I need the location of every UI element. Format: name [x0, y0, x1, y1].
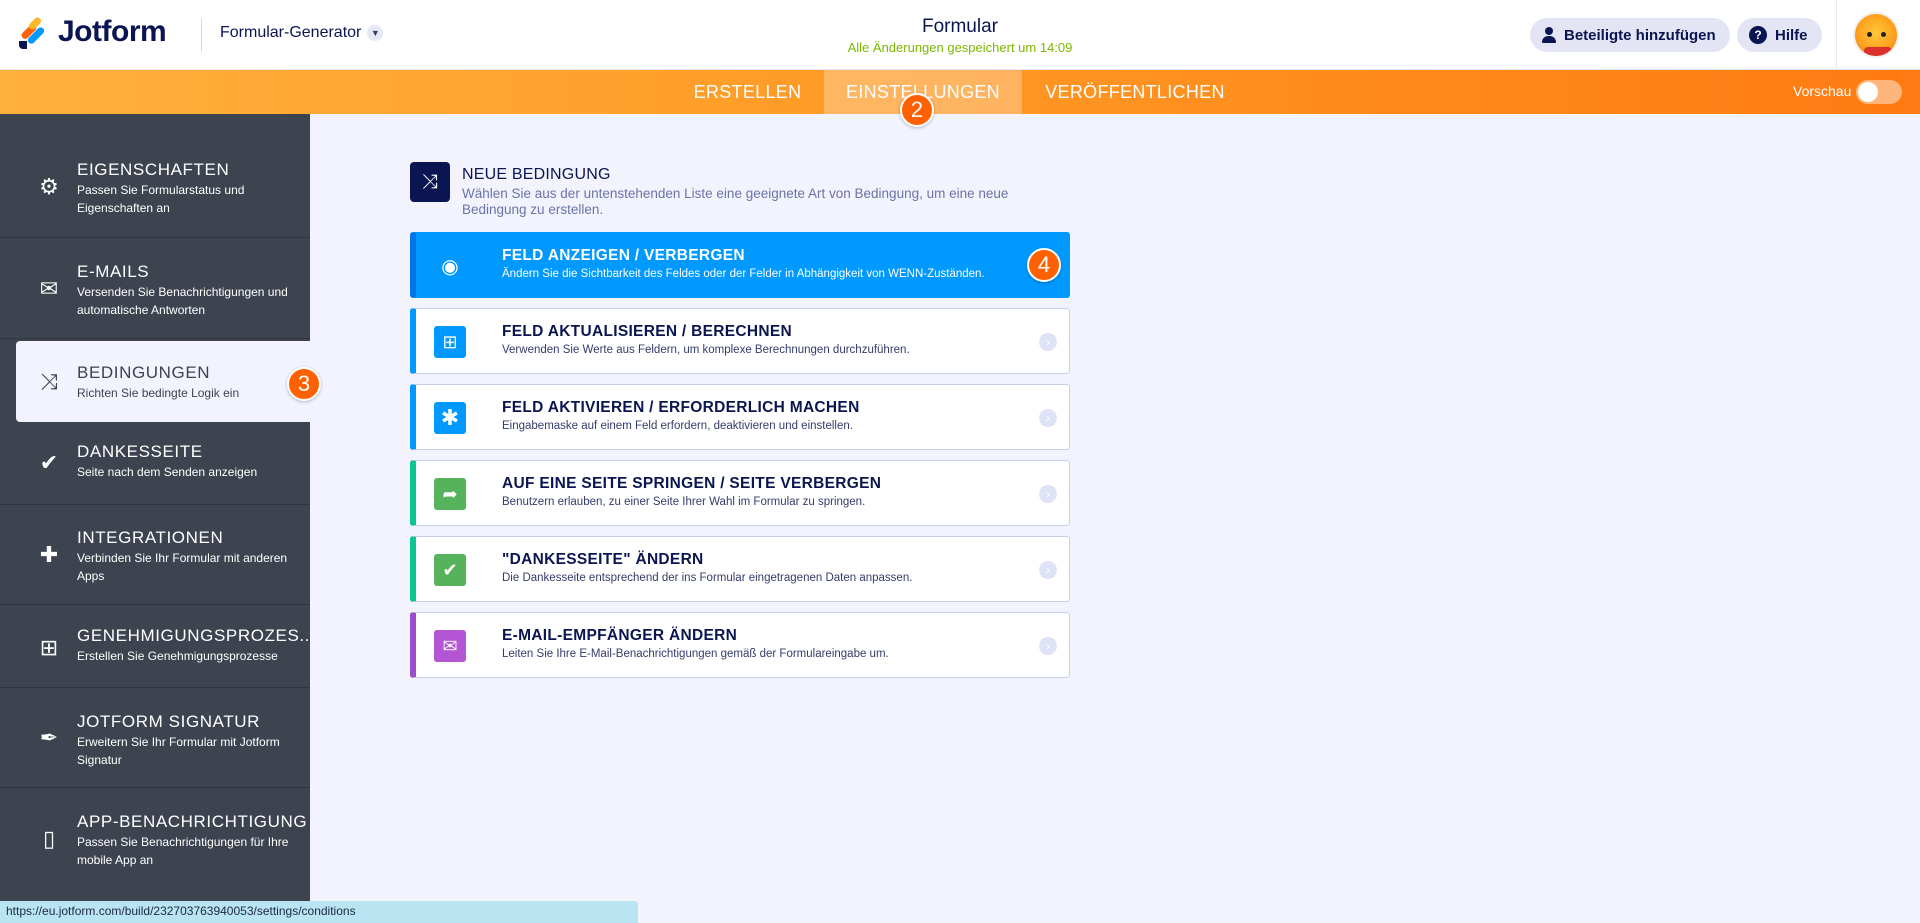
option-change-thankyou-page[interactable]: ✔ "DANKESSEITE" ÄNDERN Die Dankesseite e…	[410, 536, 1070, 602]
sidebar-item-title: GENEHMIGUNGSPROZES...	[77, 626, 316, 645]
new-condition-desc: Wählen Sie aus der untenstehenden Liste …	[462, 186, 1009, 217]
gear-icon: ⚙	[39, 174, 59, 199]
option-desc: Die Dankesseite entsprechend der ins For…	[502, 572, 913, 584]
step-badge-option: 4	[1027, 248, 1061, 282]
preview-label: Vorschau	[1793, 83, 1852, 99]
sidebar-item-emails[interactable]: ✉ E-MAILS Versenden Sie Benachrichtigung…	[0, 238, 310, 339]
help-label: Hilfe	[1775, 26, 1808, 44]
new-condition-title: NEUE BEDINGUNG	[462, 166, 611, 183]
chevron-right-icon: ›	[1039, 561, 1057, 579]
sidebar-item-desc: Seite nach dem Senden anzeigen	[77, 465, 258, 479]
jump-arrow-icon: ➦	[434, 478, 466, 510]
option-show-hide-field[interactable]: ◉ FELD ANZEIGEN / VERBERGEN Ändern Sie d…	[410, 232, 1070, 298]
sidebar-item-desc: Versenden Sie Benachrichtigungen und aut…	[77, 285, 288, 317]
chevron-down-icon: ▼	[367, 25, 384, 41]
shuffle-icon: ⤨	[40, 369, 58, 394]
add-participants-button[interactable]: Beteiligte hinzufügen	[1530, 18, 1730, 52]
jotform-logo[interactable]: Jotform	[18, 14, 167, 50]
sidebar-item-title: APP-BENACHRICHTIGUNG	[77, 812, 308, 831]
shuffle-icon: ⤨	[410, 162, 450, 202]
sidebar-item-approvals[interactable]: ⊞ GENEHMIGUNGSPROZES... Erstellen Sie Ge…	[0, 605, 315, 688]
option-title: FELD AKTIVIEREN / ERFORDERLICH MACHEN	[502, 399, 860, 416]
sidebar-item-desc: Passen Sie Benachrichtigungen für Ihre m…	[77, 835, 289, 867]
builder-nav: ERSTELLEN EINSTELLUNGEN VERÖFFENTLICHEN	[0, 70, 1920, 114]
eye-icon: ◉	[441, 255, 459, 278]
sidebar-item-desc: Richten Sie bedingte Logik ein	[77, 386, 240, 400]
sidebar-item-signature[interactable]: ✒ JOTFORM SIGNATUR Erweitern Sie Ihr For…	[0, 688, 310, 788]
option-update-calculate-field[interactable]: ⊞ FELD AKTUALISIEREN / BERECHNEN Verwend…	[410, 308, 1070, 374]
sidebar-item-integrations[interactable]: ✚ INTEGRATIONEN Verbinden Sie Ihr Formul…	[0, 505, 310, 605]
settings-sidebar: ⚙ EIGENSCHAFTEN Passen Sie Formularstatu…	[0, 114, 315, 923]
check-circle-icon: ✔	[39, 450, 59, 475]
user-icon	[1542, 27, 1556, 43]
add-participants-label: Beteiligte hinzufügen	[1564, 26, 1716, 44]
step-badge-settings: 2	[900, 93, 934, 127]
sidebar-item-desc: Verbinden Sie Ihr Formular mit anderen A…	[77, 551, 288, 583]
logo-text: Jotform	[58, 15, 167, 48]
signature-pen-icon: ✒	[39, 725, 59, 750]
avatar-divider	[1836, 0, 1837, 70]
option-title: "DANKESSEITE" ÄNDERN	[502, 551, 704, 568]
option-desc: Benutzern erlauben, zu einer Seite Ihrer…	[502, 496, 866, 508]
sidebar-item-desc: Passen Sie Formularstatus und Eigenschaf…	[77, 183, 245, 215]
sidebar-item-properties[interactable]: ⚙ EIGENSCHAFTEN Passen Sie Formularstatu…	[0, 114, 310, 238]
sidebar-item-title: DANKESSEITE	[77, 442, 203, 461]
mail-icon: ✉	[434, 630, 466, 662]
help-button[interactable]: ? Hilfe	[1737, 18, 1822, 52]
envelope-icon: ✉	[39, 276, 59, 301]
chevron-right-icon: ›	[1039, 485, 1057, 503]
jotform-logo-icon	[18, 14, 48, 50]
option-title: AUF EINE SEITE SPRINGEN / SEITE VERBERGE…	[502, 475, 882, 492]
chevron-right-icon: ›	[1039, 333, 1057, 351]
tab-create-label: ERSTELLEN	[693, 81, 802, 102]
option-title: FELD AKTUALISIEREN / BERECHNEN	[502, 323, 793, 340]
sidebar-item-title: EIGENSCHAFTEN	[77, 160, 230, 179]
option-change-email-recipient[interactable]: ✉ E-MAIL-EMPFÄNGER ÄNDERN Leiten Sie Ihr…	[410, 612, 1070, 678]
calculator-icon: ⊞	[434, 326, 466, 358]
sidebar-item-desc: Erweitern Sie Ihr Formular mit Jotform S…	[77, 735, 280, 767]
step-badge-conditions: 3	[287, 367, 321, 401]
sidebar-item-title: JOTFORM SIGNATUR	[77, 712, 261, 731]
option-desc: Ändern Sie die Sichtbarkeit des Feldes o…	[502, 268, 985, 280]
preview-toggle[interactable]	[1856, 80, 1902, 104]
question-icon: ?	[1749, 26, 1767, 44]
option-desc: Leiten Sie Ihre E-Mail-Benachrichtigunge…	[502, 648, 889, 660]
mobile-notification-icon: ▯	[42, 826, 56, 851]
sidebar-item-thankyou[interactable]: ✔ DANKESSEITE Seite nach dem Senden anze…	[0, 422, 310, 505]
asterisk-icon: ✱	[434, 402, 466, 434]
option-desc: Eingabemaske auf einem Feld erfordern, d…	[502, 420, 853, 432]
option-title: FELD ANZEIGEN / VERBERGEN	[502, 247, 745, 264]
avatar[interactable]	[1853, 12, 1899, 58]
top-header: Jotform Formular-Generator ▼ Formular Al…	[0, 0, 1920, 70]
sidebar-item-title: BEDINGUNGEN	[77, 363, 211, 382]
sidebar-item-title: E-MAILS	[77, 262, 150, 281]
chevron-right-icon: ›	[1039, 409, 1057, 427]
form-generator-dropdown[interactable]: Formular-Generator ▼	[220, 24, 384, 42]
option-enable-require-field[interactable]: ✱ FELD AKTIVIEREN / ERFORDERLICH MACHEN …	[410, 384, 1070, 450]
approval-flow-icon: ⊞	[39, 635, 59, 660]
sidebar-item-app-notifications[interactable]: ▯ APP-BENACHRICHTIGUNG Passen Sie Benach…	[0, 788, 310, 888]
puzzle-icon: ✚	[39, 542, 59, 567]
option-desc: Verwenden Sie Werte aus Feldern, um komp…	[502, 344, 910, 356]
browser-status-url: https://eu.jotform.com/build/23270376394…	[0, 901, 638, 923]
form-generator-label: Formular-Generator	[220, 24, 362, 41]
header-divider	[201, 18, 202, 52]
tab-publish[interactable]: VERÖFFENTLICHEN	[1035, 70, 1235, 114]
sidebar-item-desc: Erstellen Sie Genehmigungsprozesse	[77, 649, 278, 663]
chevron-right-icon: ›	[1039, 637, 1057, 655]
tab-create[interactable]: ERSTELLEN	[680, 70, 815, 114]
check-square-icon: ✔	[434, 554, 466, 586]
sidebar-item-conditions[interactable]: ⤨ BEDINGUNGEN Richten Sie bedingte Logik…	[16, 341, 310, 422]
tab-publish-label: VERÖFFENTLICHEN	[1045, 81, 1225, 102]
sidebar-item-title: INTEGRATIONEN	[77, 528, 224, 547]
option-title: E-MAIL-EMPFÄNGER ÄNDERN	[502, 627, 738, 644]
option-skip-hide-page[interactable]: ➦ AUF EINE SEITE SPRINGEN / SEITE VERBER…	[410, 460, 1070, 526]
